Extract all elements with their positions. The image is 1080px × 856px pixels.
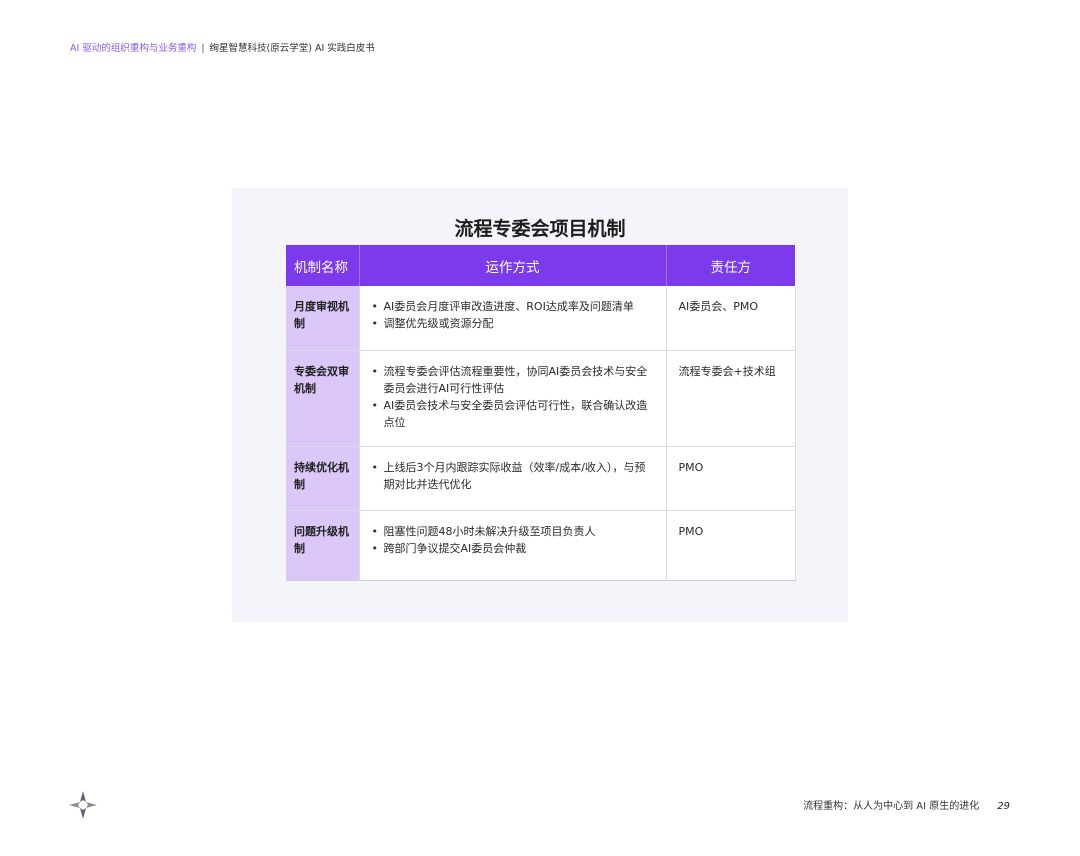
operation-cell: AI委员会月度评审改造进度、ROI达成率及问题清单 调整优先级或资源分配 — [358, 286, 666, 351]
mechanism-name: 专委会双审机制 — [286, 350, 359, 447]
operation-point: 调整优先级或资源分配 — [372, 315, 656, 332]
table-row: 月度审视机制 AI委员会月度评审改造进度、ROI达成率及问题清单 调整优先级或资… — [286, 286, 796, 351]
mechanism-table: 机制名称 运作方式 责任方 月度审视机制 AI委员会月度评审改造进度、ROI达成… — [286, 245, 796, 581]
table-row: 持续优化机制 上线后3个月内跟踪实际收益（效率/成本/收入），与预期对比并迭代优… — [286, 446, 796, 511]
star-logo-icon — [68, 790, 98, 820]
footer-chapter: 流程重构：从人为中心到 AI 原生的进化 — [803, 801, 980, 812]
mechanism-name: 月度审视机制 — [286, 286, 359, 351]
owner-cell: PMO — [665, 510, 796, 581]
column-header: 机制名称 — [286, 245, 359, 286]
operation-point: 跨部门争议提交AI委员会仲裁 — [372, 540, 656, 557]
operation-cell: 阻塞性问题48小时未解决升级至项目负责人 跨部门争议提交AI委员会仲裁 — [358, 510, 666, 581]
table-header-row: 机制名称 运作方式 责任方 — [286, 245, 795, 286]
running-footer: 流程重构：从人为中心到 AI 原生的进化 29 — [803, 797, 1010, 812]
table-row: 问题升级机制 阻塞性问题48小时未解决升级至项目负责人 跨部门争议提交AI委员会… — [286, 510, 796, 581]
header-section: AI 驱动的组织重构与业务重构 — [70, 43, 197, 54]
mechanism-name: 问题升级机制 — [286, 510, 359, 581]
column-header: 运作方式 — [358, 245, 666, 286]
mechanism-name: 持续优化机制 — [286, 446, 359, 511]
page-number: 29 — [997, 801, 1010, 812]
header-separator: | — [201, 43, 205, 54]
operation-point: AI委员会月度评审改造进度、ROI达成率及问题清单 — [372, 298, 656, 315]
operation-point: 流程专委会评估流程重要性，协同AI委员会技术与安全委员会进行AI可行性评估 — [372, 363, 656, 397]
owner-cell: PMO — [665, 446, 796, 511]
owner-cell: AI委员会、PMO — [665, 286, 796, 351]
figure-title: 流程专委会项目机制 — [454, 218, 626, 240]
operation-point: 阻塞性问题48小时未解决升级至项目负责人 — [372, 523, 656, 540]
operation-point: 上线后3个月内跟踪实际收益（效率/成本/收入），与预期对比并迭代优化 — [372, 459, 656, 493]
table-row: 专委会双审机制 流程专委会评估流程重要性，协同AI委员会技术与安全委员会进行AI… — [286, 350, 796, 447]
column-header: 责任方 — [665, 245, 795, 286]
header-org: 绚星智慧科技(原云学堂) AI 实践白皮书 — [209, 43, 375, 54]
operation-cell: 上线后3个月内跟踪实际收益（效率/成本/收入），与预期对比并迭代优化 — [358, 446, 666, 511]
figure-panel: 流程专委会项目机制 机制名称 运作方式 责任方 月度审视机制 AI委员会月度评审… — [232, 188, 848, 622]
operation-cell: 流程专委会评估流程重要性，协同AI委员会技术与安全委员会进行AI可行性评估 AI… — [358, 350, 666, 447]
operation-point: AI委员会技术与安全委员会评估可行性，联合确认改造点位 — [372, 397, 656, 431]
owner-cell: 流程专委会+技术组 — [665, 350, 796, 447]
running-header: AI 驱动的组织重构与业务重构 | 绚星智慧科技(原云学堂) AI 实践白皮书 — [70, 40, 375, 54]
